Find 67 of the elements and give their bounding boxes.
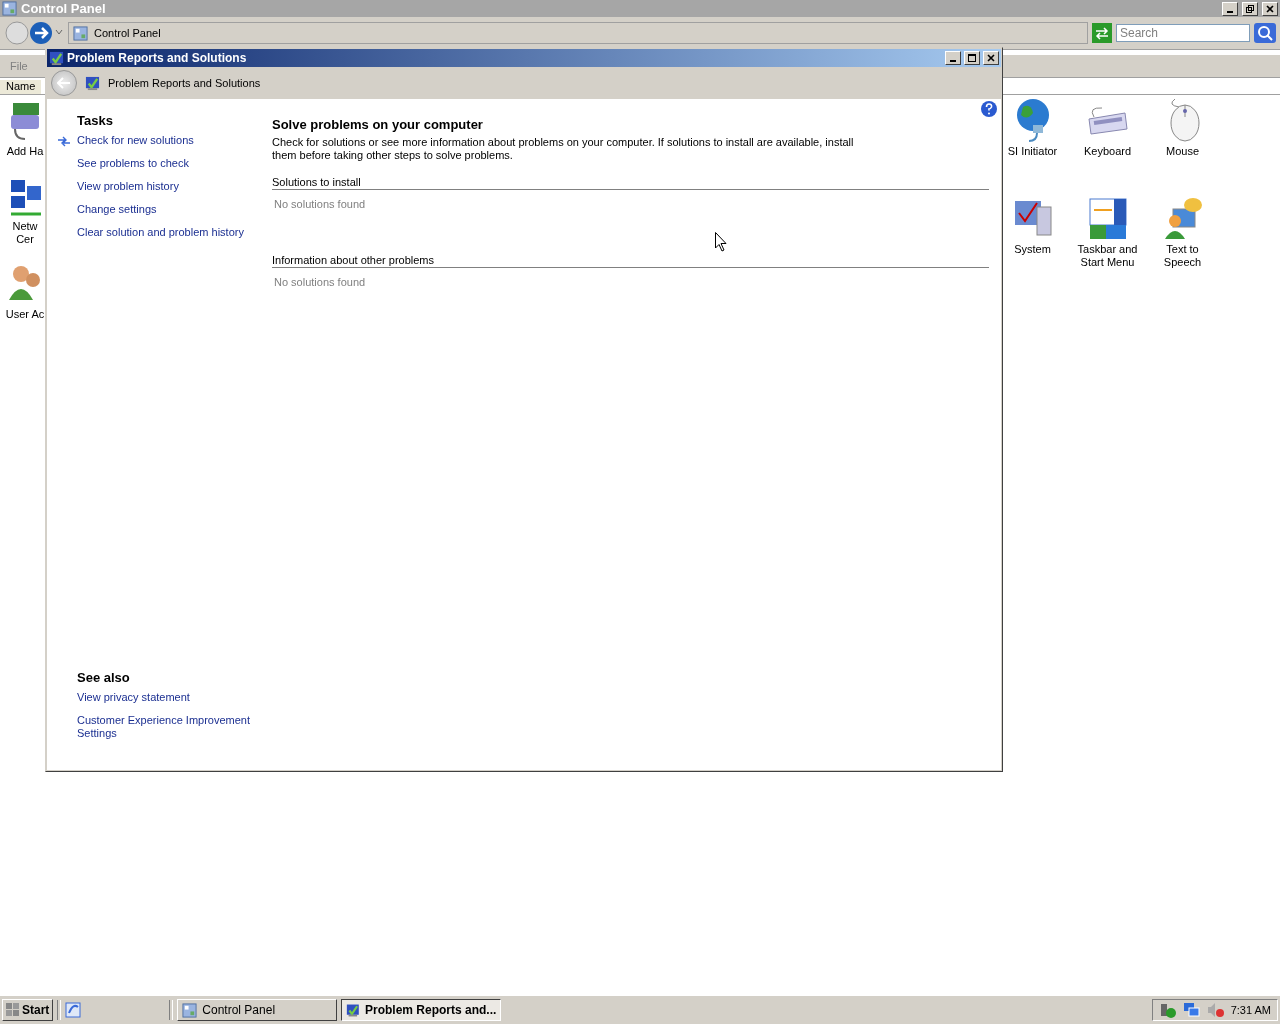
task-link[interactable]: View problem history <box>77 180 179 193</box>
close-icon <box>987 54 995 62</box>
keyboard-icon <box>1087 107 1128 135</box>
minimize-icon <box>950 60 956 62</box>
taskbar-button[interactable]: Control Panel <box>177 999 338 1021</box>
status-text: No solutions found <box>274 276 367 288</box>
cursor-icon <box>715 232 727 252</box>
pane-heading: Tasks <box>77 113 114 128</box>
minimize-button[interactable] <box>1222 1 1238 16</box>
close-icon <box>1266 4 1274 13</box>
see-also-link[interactable]: Customer Experience Improvement Settings <box>77 714 272 740</box>
close-button[interactable] <box>983 51 999 65</box>
breadcrumb[interactable]: Problem Reports and Solutions <box>108 77 261 89</box>
item-label[interactable]: Text to Speech <box>1163 243 1202 269</box>
status-text: No solutions found <box>274 198 367 210</box>
pane-heading: See also <box>77 670 131 685</box>
task-link[interactable]: Clear solution and problem history <box>77 226 244 239</box>
app-icon <box>49 50 64 66</box>
item-label[interactable]: Netw Cer <box>12 220 38 246</box>
task-link[interactable]: Change settings <box>77 203 157 216</box>
address-text: Control Panel <box>94 27 161 39</box>
task-link[interactable]: Check for new solutions <box>77 134 194 147</box>
app-icon <box>346 1002 360 1018</box>
item-label[interactable]: Taskbar and Start Menu <box>1077 243 1138 269</box>
item-label[interactable]: User Ac <box>5 308 45 321</box>
address-field[interactable]: Control Panel <box>68 22 1088 44</box>
column-header[interactable]: Name <box>0 80 42 94</box>
task-link[interactable]: See problems to check <box>77 157 189 170</box>
search-icon[interactable] <box>1254 23 1276 43</box>
clock: 7:31 AM <box>1230 1004 1271 1016</box>
restore-icon <box>1246 4 1254 13</box>
control-panel-icon <box>73 25 88 41</box>
maximize-button[interactable] <box>964 51 980 65</box>
refresh-arrows-icon <box>57 134 71 147</box>
see-also-link[interactable]: View privacy statement <box>77 691 272 704</box>
help-icon[interactable] <box>981 101 997 117</box>
item-label[interactable]: Add Ha <box>6 145 44 158</box>
app-icon <box>85 75 100 91</box>
search-field[interactable]: Search <box>1116 24 1250 42</box>
back-forward-icon[interactable] <box>4 20 64 46</box>
section-heading: Information about other problems <box>272 254 989 268</box>
maximize-icon <box>968 54 976 62</box>
control-panel-icon <box>2 1 17 16</box>
window-title: Control Panel <box>21 1 107 16</box>
back-button[interactable] <box>51 70 77 96</box>
restore-button[interactable] <box>1242 1 1258 16</box>
windows-logo-icon <box>6 1003 20 1017</box>
minimize-button[interactable] <box>945 51 961 65</box>
taskbar-button[interactable]: Problem Reports and... <box>341 999 502 1021</box>
volume-muted-icon[interactable] <box>1206 1002 1225 1018</box>
item-label[interactable]: SI Initiator <box>1007 145 1058 158</box>
item-label[interactable]: System <box>1014 243 1051 256</box>
control-panel-icon <box>182 1002 198 1018</box>
network-icon[interactable] <box>1182 1002 1201 1018</box>
back-arrow-icon <box>57 77 71 89</box>
refresh-icon[interactable] <box>1092 23 1112 43</box>
item-label[interactable]: Keyboard <box>1083 145 1132 158</box>
window-title: Problem Reports and Solutions <box>67 51 248 65</box>
security-icon[interactable] <box>1158 1002 1177 1018</box>
item-label[interactable]: Mouse <box>1166 145 1199 158</box>
minimize-icon <box>1227 10 1233 13</box>
intro-text: Check for solutions or see more information about problems on your computer. If solutions to install are available, install them before taking other steps to solve problems. <box>272 136 855 162</box>
browser-icon[interactable] <box>65 1002 82 1018</box>
start-button[interactable]: Start <box>2 999 54 1021</box>
section-heading: Solutions to install <box>272 176 989 190</box>
main-heading: Solve problems on your computer <box>272 117 484 132</box>
close-button[interactable] <box>1262 1 1278 16</box>
